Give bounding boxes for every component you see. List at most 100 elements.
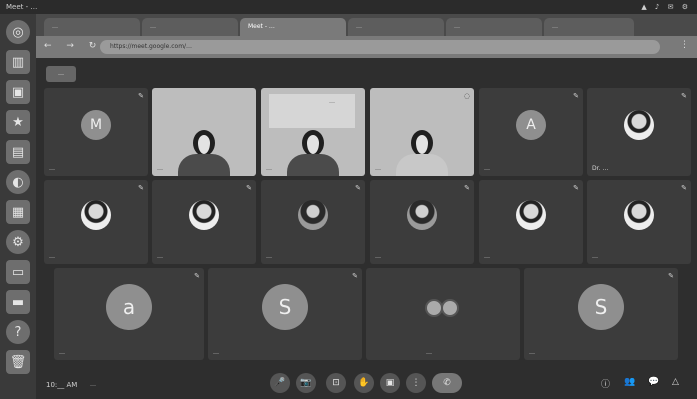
participant-name: … xyxy=(529,349,535,356)
hosts-chip[interactable]: … xyxy=(46,66,76,82)
system-top-bar: Meet - … ▲ ♪ ✉ ⚙ xyxy=(0,0,697,14)
participant-name: … xyxy=(484,165,490,172)
participant-tile[interactable]: ✎ … xyxy=(152,180,256,264)
terminal-icon[interactable]: ▣ xyxy=(6,80,30,104)
whiteboard: … xyxy=(269,94,355,128)
browser-tab[interactable]: … xyxy=(544,18,634,36)
chat-icon[interactable]: 💬 xyxy=(648,377,659,387)
mic-icon: ✎ xyxy=(352,272,358,280)
avatar: a xyxy=(106,283,152,330)
participant-name: … xyxy=(59,349,65,356)
avatar xyxy=(624,200,654,231)
participant-name: … xyxy=(157,253,163,260)
participant-tile[interactable]: ✎ … xyxy=(261,180,365,264)
participant-tile[interactable]: ✎ … xyxy=(370,180,474,264)
avatar: A xyxy=(516,109,546,140)
participant-tile[interactable]: ✎ … xyxy=(479,180,583,264)
participant-name: … xyxy=(592,253,598,260)
meet-area: … M ✎ … … … … ◌ … A ✎ … ✎ Dr. … ✎ … ✎ … xyxy=(36,58,697,399)
browser-tab[interactable]: … xyxy=(44,18,140,36)
participant-video-tile[interactable]: ◌ … xyxy=(370,88,474,176)
participant-name: … xyxy=(49,253,55,260)
avatar: M xyxy=(81,109,111,140)
participant-tile[interactable]: a ✎ … xyxy=(54,268,204,360)
participant-video-tile[interactable]: … xyxy=(152,88,256,176)
store-icon[interactable]: ▭ xyxy=(6,260,30,284)
trash-icon[interactable]: 🗑 xyxy=(6,350,30,374)
participant-video xyxy=(396,130,448,176)
board-text: … xyxy=(329,98,335,105)
ubuntu-icon[interactable]: ◎ xyxy=(6,20,30,44)
participant-name: … xyxy=(375,165,381,172)
document-icon[interactable]: ▤ xyxy=(6,140,30,164)
avatar: S xyxy=(578,283,624,330)
present-button[interactable]: ▣ xyxy=(380,373,400,393)
browser-toolbar: ← → ↻ https://meet.google.com/… ⋮ xyxy=(36,36,697,58)
address-bar[interactable]: https://meet.google.com/… xyxy=(100,40,660,54)
participant-name: Dr. … xyxy=(592,165,609,172)
participant-name: … xyxy=(266,253,272,260)
avatar xyxy=(298,200,328,231)
participant-name: … xyxy=(426,349,432,356)
browser-icon[interactable]: ◐ xyxy=(6,170,30,194)
mic-icon: ◌ xyxy=(463,92,470,100)
system-tray[interactable]: ▲ ♪ ✉ ⚙ xyxy=(641,0,691,14)
participant-tile[interactable]: S ✎ … xyxy=(208,268,362,360)
settings-icon[interactable]: ⚙ xyxy=(6,230,30,254)
participant-video xyxy=(287,130,339,176)
browser-tab-strip: … … Meet - … … … … xyxy=(36,14,697,36)
browser-menu-icon[interactable]: ⋮ xyxy=(680,40,689,50)
meeting-control-bar: 10:__ AM … 🎤 📷 ⊡ ✋ ▣ ⋮ ✆ ⓘ 👥 💬 △ xyxy=(36,369,697,399)
meeting-time: 10:__ AM xyxy=(46,381,78,389)
mic-icon: ✎ xyxy=(681,184,687,192)
mic-icon: ✎ xyxy=(573,184,579,192)
window-title: Meet - … xyxy=(6,3,38,11)
participant-tile[interactable]: ✎ … xyxy=(587,180,691,264)
people-icon[interactable]: 👥 xyxy=(624,377,635,387)
participant-tile[interactable]: S ✎ … xyxy=(524,268,678,360)
mic-icon: ✎ xyxy=(355,184,361,192)
navigation-buttons[interactable]: ← → ↻ xyxy=(44,41,102,51)
drive-icon[interactable]: ▬ xyxy=(6,290,30,314)
mic-icon: ✎ xyxy=(668,272,674,280)
avatar xyxy=(516,200,546,231)
participant-video xyxy=(178,130,230,176)
participant-name: … xyxy=(213,349,219,356)
info-icon[interactable]: ⓘ xyxy=(601,377,610,390)
more-options-button[interactable]: ⋮ xyxy=(406,373,426,393)
leave-call-button[interactable]: ✆ xyxy=(432,373,462,393)
browser-tab[interactable]: … xyxy=(446,18,542,36)
participant-name: … xyxy=(266,165,272,172)
activities-icon[interactable]: △ xyxy=(672,377,679,387)
participant-video-tile[interactable]: … … xyxy=(261,88,365,176)
avatar xyxy=(81,200,111,231)
mic-icon: ✎ xyxy=(681,92,687,100)
avatar xyxy=(624,109,654,140)
camera-button[interactable]: 📷 xyxy=(296,373,316,393)
avatar xyxy=(407,200,437,231)
browser-tab[interactable]: … xyxy=(142,18,238,36)
participant-name: … xyxy=(49,165,55,172)
star-icon[interactable]: ★ xyxy=(6,110,30,134)
participant-tile[interactable]: ✎ … xyxy=(44,180,148,264)
participant-name: … xyxy=(375,253,381,260)
raise-hand-button[interactable]: ✋ xyxy=(354,373,374,393)
captions-button[interactable]: ⊡ xyxy=(326,373,346,393)
participant-tile[interactable]: ✎ Dr. … xyxy=(587,88,691,176)
files-icon[interactable]: ▥ xyxy=(6,50,30,74)
avatar xyxy=(189,200,219,231)
mic-icon: ✎ xyxy=(138,92,144,100)
participant-tile[interactable]: A ✎ … xyxy=(479,88,583,176)
mic-icon: ✎ xyxy=(573,92,579,100)
help-icon[interactable]: ? xyxy=(6,320,30,344)
mic-icon: ✎ xyxy=(138,184,144,192)
participant-tile[interactable]: … xyxy=(366,268,520,360)
participant-name: … xyxy=(157,165,163,172)
browser-tab-active[interactable]: Meet - … xyxy=(240,18,346,36)
avatar: S xyxy=(262,283,308,330)
browser-tab[interactable]: … xyxy=(348,18,444,36)
microphone-button[interactable]: 🎤 xyxy=(270,373,290,393)
avatar-pair xyxy=(425,297,461,321)
participant-tile[interactable]: M ✎ … xyxy=(44,88,148,176)
spreadsheet-icon[interactable]: ▦ xyxy=(6,200,30,224)
